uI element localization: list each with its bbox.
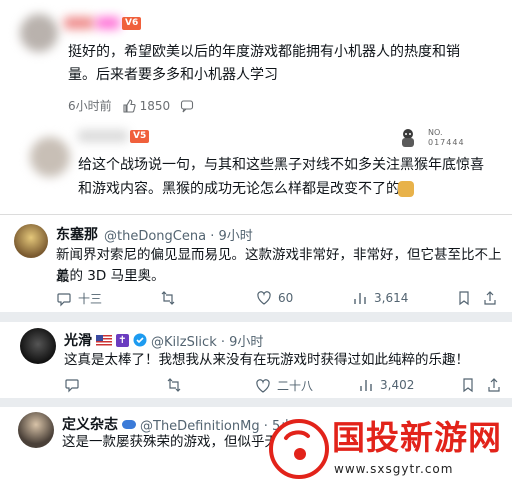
cross-icon: ✝ xyxy=(116,333,129,347)
tweet-text: 这真是太棒了！我想我从来没有在玩游戏时获得过如此纯粹的乐趣！ xyxy=(64,352,469,368)
like-count: 1850 xyxy=(139,98,171,113)
us-flag-icon xyxy=(96,334,112,346)
fan-badge-image xyxy=(402,129,414,147)
verified-badge-icon xyxy=(133,333,147,347)
display-name[interactable]: 光滑 xyxy=(64,330,92,350)
tweet-text-line-2: 差的 3D 马里奥。 xyxy=(56,268,165,284)
share-icon[interactable] xyxy=(482,290,498,306)
bookmark-icon[interactable] xyxy=(460,377,476,393)
reply-icon xyxy=(57,292,71,306)
avatar[interactable] xyxy=(20,328,56,364)
tweet-header: 东塞那 @theDongCena · 9小时 xyxy=(56,224,253,244)
share-icon[interactable] xyxy=(486,377,502,393)
like-count: 二十八 xyxy=(277,379,314,393)
views-count: 3,402 xyxy=(380,378,415,392)
views-chart-icon xyxy=(354,293,366,304)
retweet-icon xyxy=(167,378,181,392)
comment-time: 6小时前 xyxy=(68,99,112,113)
comment-meta: 6小时前 1850 xyxy=(68,97,194,114)
doge-emoji xyxy=(398,181,414,197)
username-blurred-2 xyxy=(96,17,120,29)
bookmark-icon[interactable] xyxy=(456,290,472,306)
like-count: 60 xyxy=(278,291,294,305)
reply-icon xyxy=(65,379,79,393)
retweet-icon xyxy=(161,291,175,305)
views-button[interactable]: 3,614 xyxy=(352,290,408,306)
like-button[interactable]: 1850 xyxy=(122,98,171,113)
reply-button[interactable]: 十三 xyxy=(56,290,102,307)
tweet-text: 这是一款屡获殊荣的游戏，但似乎无 xyxy=(62,434,278,450)
avatar[interactable] xyxy=(14,224,48,258)
reply-count: 十三 xyxy=(78,292,103,306)
like-button[interactable]: 二十八 xyxy=(255,377,313,394)
username-blurred[interactable] xyxy=(64,17,94,29)
views-chart-icon xyxy=(360,380,372,391)
comment-text-line-1: 挺好的，希望欧美以后的年度游戏都能拥有小机器人的热度和销 xyxy=(68,44,460,60)
divider xyxy=(0,214,512,215)
views-count: 3,614 xyxy=(374,291,409,305)
comment-text-line-2: 和游戏内容。黑猴的成功无论怎么样都是改变不了的。 xyxy=(78,181,414,197)
separator-band xyxy=(0,312,512,322)
thumbs-up-icon xyxy=(123,98,136,113)
fan-number-value: 017444 xyxy=(428,138,465,147)
retweet-button[interactable] xyxy=(160,290,176,306)
level-badge: V5 xyxy=(130,130,150,143)
like-button[interactable]: 60 xyxy=(256,290,293,306)
cloud-icon xyxy=(122,419,136,429)
comment-icon[interactable] xyxy=(180,99,194,113)
heart-icon xyxy=(257,291,271,305)
fan-badge xyxy=(398,127,418,149)
level-badge: V6 xyxy=(122,17,142,30)
display-name[interactable]: 东塞那 xyxy=(56,224,98,244)
heart-icon xyxy=(256,378,270,393)
fan-number-label: NO. xyxy=(428,128,443,137)
retweet-button[interactable] xyxy=(166,377,182,393)
handle-and-time[interactable]: @theDongCena · 9小时 xyxy=(104,225,253,244)
watermark-title: 国投新游网 xyxy=(332,418,502,457)
views-button[interactable]: 3,402 xyxy=(358,377,414,393)
reply-button[interactable] xyxy=(64,377,80,393)
watermark-logo-icon xyxy=(269,419,329,479)
comment-text-line-1: 给这个战场说一句，与其和这些黑子对线不如多关注黑猴年底惊喜 xyxy=(78,157,484,173)
avatar[interactable] xyxy=(20,14,58,52)
tweet-header: 光滑 ✝ @KilzSlick · 9小时 xyxy=(64,330,263,350)
handle-and-time[interactable]: @KilzSlick · 9小时 xyxy=(151,331,263,350)
username-blurred[interactable] xyxy=(78,130,128,142)
separator-band xyxy=(0,398,512,407)
avatar[interactable] xyxy=(18,412,54,448)
watermark-url: www.sxsgytr.com xyxy=(334,462,454,476)
avatar[interactable] xyxy=(30,137,70,177)
comment-text-line-2: 量。后来者要多多和小机器人学习 xyxy=(68,67,278,83)
